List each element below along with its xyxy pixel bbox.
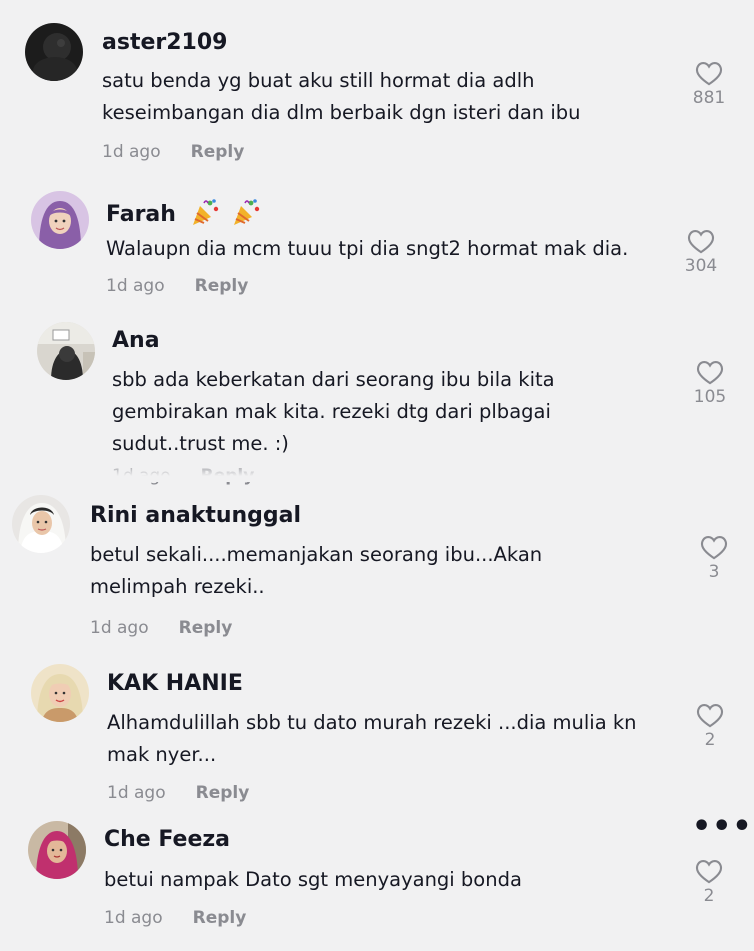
username[interactable]: Ana [112, 328, 160, 353]
heart-outline-icon [687, 230, 715, 254]
comment-line: Alhamdulillah sbb tu dato murah rezeki .… [107, 711, 637, 734]
like-count: 2 [703, 886, 715, 906]
reply-button[interactable]: Reply [179, 618, 233, 638]
timestamp: 1d ago [90, 618, 149, 638]
comment-text: Alhamdulillah sbb tu dato murah rezeki .… [107, 707, 637, 771]
comment-text: satu benda yg buat aku still hormat dia … [102, 65, 581, 129]
like-count: 105 [693, 387, 727, 407]
like-button[interactable]: 3 [684, 534, 744, 582]
comment-line: melimpah rezeki.. [90, 575, 265, 598]
like-button[interactable]: 881 [679, 60, 739, 108]
like-button[interactable]: 304 [671, 228, 731, 276]
username[interactable]: Che Feeza [104, 827, 230, 852]
like-button[interactable]: 105 [680, 359, 740, 407]
username[interactable]: Farah [106, 202, 176, 227]
like-button[interactable]: 2 [680, 702, 740, 750]
comment-line: sbb ada keberkatan dari seorang ibu bila… [112, 368, 555, 391]
more-options-icon[interactable]: ••• [692, 812, 753, 842]
comment-line: betul sekali....memanjakan seorang ibu..… [90, 543, 543, 566]
timestamp: 1d ago [107, 783, 166, 803]
party-popper-emoji [192, 199, 218, 225]
heart-outline-icon [700, 536, 728, 560]
party-popper-emoji [234, 199, 260, 225]
comment-text: betui nampak Dato sgt menyayangi bonda [104, 864, 522, 896]
comment-line: satu benda yg buat aku still hormat dia … [102, 69, 535, 92]
like-count: 3 [708, 562, 720, 582]
comment-meta: 1d ago Reply [102, 142, 244, 162]
comment-meta: 1d ago Reply [104, 908, 246, 928]
avatar[interactable] [12, 495, 70, 553]
username[interactable]: KAK HANIE [107, 671, 243, 696]
comment-line: mak nyer... [107, 743, 217, 766]
comment-line: Walaupn dia mcm tuuu tpi dia sngt2 horma… [106, 237, 629, 260]
timestamp: 1d ago [106, 276, 165, 296]
avatar[interactable] [25, 23, 83, 81]
comment-meta: 1d ago Reply [90, 618, 232, 638]
like-count: 881 [692, 88, 726, 108]
avatar[interactable] [28, 821, 86, 879]
heart-outline-icon [696, 704, 724, 728]
avatar[interactable] [31, 664, 89, 722]
comment-meta: 1d ago Reply [107, 783, 249, 803]
timestamp: 1d ago [104, 908, 163, 928]
comment-meta: 1d ago Reply [106, 276, 248, 296]
comment-text: Walaupn dia mcm tuuu tpi dia sngt2 horma… [106, 233, 628, 265]
reply-button[interactable]: Reply [196, 783, 250, 803]
comment-line: sudut..trust me. :) [112, 432, 289, 455]
collapsed-thread-fade [0, 462, 754, 482]
comment-line: gembirakan mak kita. rezeki dtg dari plb… [112, 400, 551, 423]
reply-button[interactable]: Reply [193, 908, 247, 928]
comment-line: keseimbangan dia dlm berbaik dgn isteri … [102, 101, 581, 124]
username[interactable]: Rini anaktunggal [90, 503, 301, 528]
heart-outline-icon [696, 361, 724, 385]
like-count: 2 [704, 730, 716, 750]
like-button[interactable]: 2 [679, 858, 739, 906]
heart-outline-icon [695, 860, 723, 884]
username-row: Farah [106, 197, 261, 227]
username[interactable]: aster2109 [102, 30, 227, 55]
avatar[interactable] [37, 322, 95, 380]
heart-outline-icon [695, 62, 723, 86]
timestamp: 1d ago [102, 142, 161, 162]
avatar[interactable] [31, 191, 89, 249]
comment-text: sbb ada keberkatan dari seorang ibu bila… [112, 364, 555, 460]
reply-button[interactable]: Reply [195, 276, 249, 296]
comment-line: betui nampak Dato sgt menyayangi bonda [104, 868, 522, 891]
comment-text: betul sekali....memanjakan seorang ibu..… [90, 539, 542, 603]
reply-button[interactable]: Reply [191, 142, 245, 162]
like-count: 304 [684, 256, 718, 276]
